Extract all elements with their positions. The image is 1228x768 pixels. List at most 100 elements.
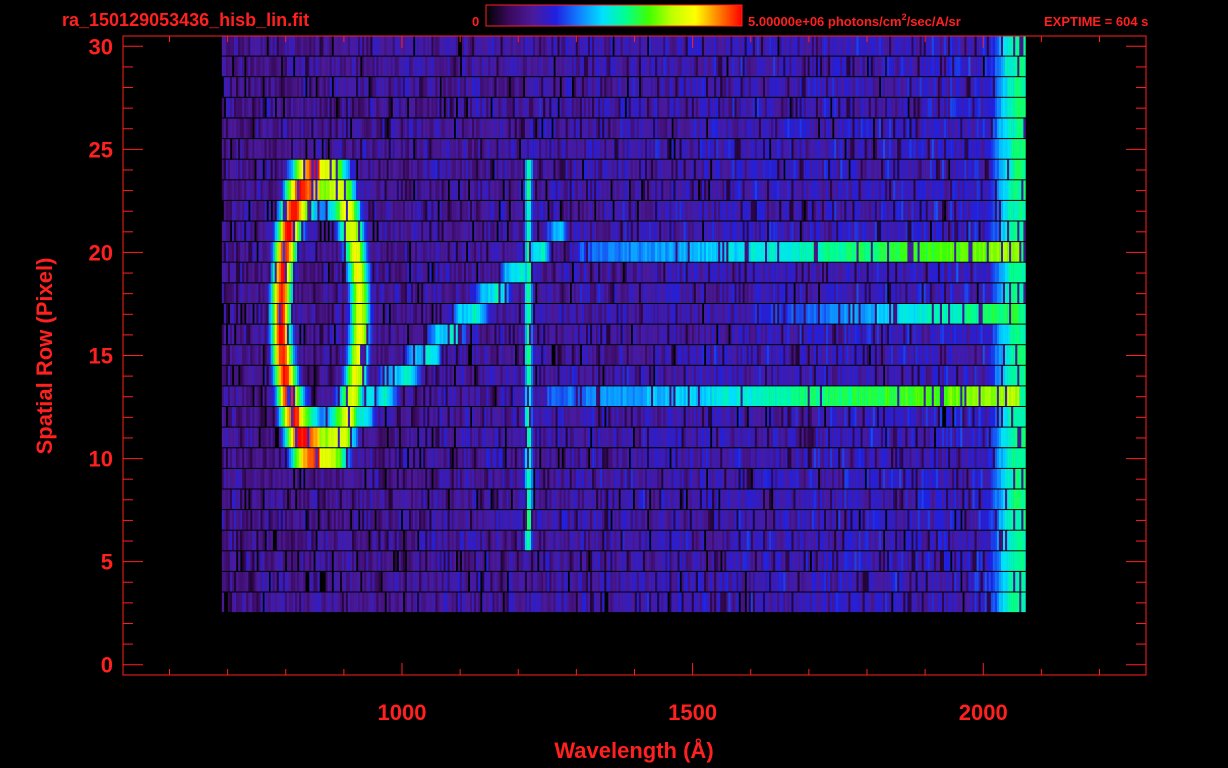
heatmap-cell bbox=[929, 510, 933, 530]
heatmap-cell bbox=[929, 407, 933, 427]
heatmap-cell bbox=[527, 386, 530, 406]
heatmap-cell bbox=[221, 407, 225, 427]
heatmap-cell bbox=[1003, 592, 1006, 613]
heatmap-cell bbox=[681, 551, 684, 571]
heatmap-cell bbox=[234, 489, 237, 510]
heatmap-cell bbox=[911, 468, 914, 489]
heatmap-cell bbox=[695, 386, 699, 406]
heatmap-cell bbox=[343, 530, 347, 551]
heatmap-cell bbox=[276, 489, 280, 510]
heatmap-cell bbox=[500, 365, 503, 386]
heatmap-cell bbox=[732, 592, 735, 613]
heatmap-cell bbox=[242, 365, 245, 386]
heatmap-cell bbox=[459, 530, 463, 551]
heatmap-cell bbox=[343, 448, 347, 468]
heatmap-cell bbox=[675, 551, 678, 571]
heatmap-cell bbox=[632, 592, 636, 613]
heatmap-cell bbox=[586, 551, 589, 571]
heatmap-cell bbox=[893, 345, 896, 365]
heatmap-cell bbox=[565, 427, 568, 448]
heatmap-cell bbox=[472, 571, 475, 592]
heatmap-cell bbox=[527, 489, 530, 510]
heatmap-cell bbox=[771, 386, 774, 406]
heatmap-cell bbox=[374, 365, 377, 386]
heatmap-cell bbox=[337, 489, 341, 510]
heatmap-cell bbox=[311, 448, 314, 468]
heatmap-cell bbox=[657, 448, 660, 468]
heatmap-cell bbox=[288, 489, 292, 510]
heatmap-cell bbox=[567, 448, 571, 468]
heatmap-cell bbox=[421, 448, 424, 468]
heatmap-cell bbox=[966, 510, 969, 530]
heatmap-cell bbox=[311, 571, 314, 592]
heatmap-cell bbox=[415, 448, 418, 468]
heatmap-cell bbox=[661, 510, 664, 530]
heatmap-cell bbox=[773, 365, 776, 386]
heatmap-cell bbox=[317, 592, 320, 613]
heatmap-cell bbox=[1015, 365, 1018, 386]
heatmap-cell bbox=[276, 551, 280, 571]
heatmap-cell bbox=[421, 365, 424, 386]
heatmap-cell bbox=[429, 571, 432, 592]
heatmap-cell bbox=[939, 489, 943, 510]
heatmap-cell bbox=[720, 407, 723, 427]
heatmap-cell bbox=[895, 510, 898, 530]
heatmap-cell bbox=[830, 489, 833, 510]
heatmap-cell bbox=[915, 510, 918, 530]
heatmap-cell bbox=[793, 592, 796, 613]
heatmap-cell bbox=[956, 365, 959, 386]
heatmap-cell bbox=[671, 365, 674, 386]
heatmap-cell bbox=[606, 345, 609, 365]
heatmap-cell bbox=[925, 365, 929, 386]
heatmap-cell bbox=[555, 427, 558, 448]
heatmap-cell bbox=[807, 592, 811, 613]
heatmap-cell bbox=[352, 468, 355, 489]
heatmap-cell bbox=[765, 427, 768, 448]
heatmap-cell bbox=[887, 489, 890, 510]
heatmap-cell bbox=[303, 571, 306, 592]
heatmap-cell bbox=[795, 571, 798, 592]
heatmap-cell bbox=[506, 386, 509, 406]
heatmap-cell bbox=[828, 448, 831, 468]
heatmap-cell bbox=[396, 365, 400, 386]
heatmap-cell bbox=[260, 427, 263, 448]
heatmap-cell bbox=[887, 530, 890, 551]
heatmap-cell bbox=[885, 592, 888, 613]
heatmap-cell bbox=[474, 489, 477, 510]
heatmap-cell bbox=[577, 510, 581, 530]
heatmap-cell bbox=[767, 345, 770, 365]
heatmap-cell bbox=[476, 407, 479, 427]
heatmap-cell bbox=[618, 510, 621, 530]
heatmap-cell bbox=[807, 510, 811, 530]
heatmap-cell bbox=[1023, 571, 1026, 592]
heatmap-cell bbox=[586, 365, 589, 386]
heatmap-cell bbox=[423, 427, 426, 448]
heatmap-cell bbox=[368, 345, 371, 365]
heatmap-cell bbox=[608, 592, 611, 613]
heatmap-cell bbox=[838, 510, 841, 530]
heatmap-cell bbox=[486, 407, 489, 427]
heatmap-cell bbox=[1017, 571, 1020, 592]
heatmap-cell bbox=[569, 345, 573, 365]
heatmap-cell bbox=[423, 386, 426, 406]
heatmap-cell bbox=[642, 427, 646, 448]
heatmap-cell bbox=[400, 551, 404, 571]
heatmap-cell bbox=[832, 365, 835, 386]
heatmap-cell bbox=[618, 407, 621, 427]
heatmap-cell bbox=[309, 510, 312, 530]
heatmap-cell bbox=[268, 407, 271, 427]
heatmap-cell bbox=[612, 592, 615, 613]
heatmap-cell bbox=[600, 407, 603, 427]
heatmap-cell bbox=[893, 592, 896, 613]
heatmap-cell bbox=[441, 571, 444, 592]
heatmap-cell bbox=[256, 386, 259, 406]
heatmap-cell bbox=[506, 489, 509, 510]
heatmap-cell bbox=[382, 365, 385, 386]
heatmap-cell bbox=[252, 324, 255, 345]
heatmap-cell bbox=[435, 386, 438, 406]
heatmap-cell bbox=[480, 407, 483, 427]
heatmap-cell bbox=[628, 468, 632, 489]
heatmap-cell bbox=[309, 551, 312, 571]
heatmap-cell bbox=[337, 427, 341, 448]
heatmap-cell bbox=[844, 530, 847, 551]
